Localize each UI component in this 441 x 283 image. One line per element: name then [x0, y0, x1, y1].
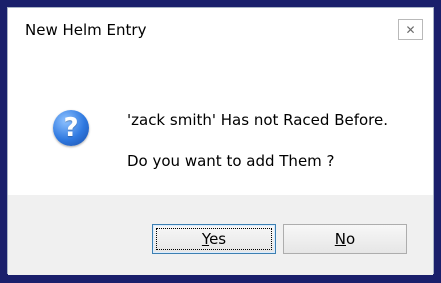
yes-button[interactable]: Yes [152, 224, 276, 254]
dialog-content: ? 'zack smith' Has not Raced Before. Do … [8, 50, 433, 195]
question-icon: ? [53, 110, 89, 146]
message-line-2: Do you want to add Them ? [127, 152, 335, 170]
close-icon: ✕ [405, 22, 416, 37]
yes-button-label: Yes [201, 230, 227, 248]
window-frame: New Helm Entry ✕ ? 'zack smith' Has not … [0, 0, 441, 283]
dialog-title: New Helm Entry [25, 21, 147, 39]
close-button[interactable]: ✕ [398, 19, 423, 40]
dialog-window: New Helm Entry ✕ ? 'zack smith' Has not … [7, 7, 434, 275]
no-button[interactable]: No [283, 224, 407, 254]
title-bar: New Helm Entry ✕ [8, 8, 433, 50]
question-glyph: ? [63, 113, 79, 143]
no-button-label: No [334, 230, 356, 248]
button-bar: Yes No [8, 195, 433, 275]
message-line-1: 'zack smith' Has not Raced Before. [127, 111, 389, 129]
